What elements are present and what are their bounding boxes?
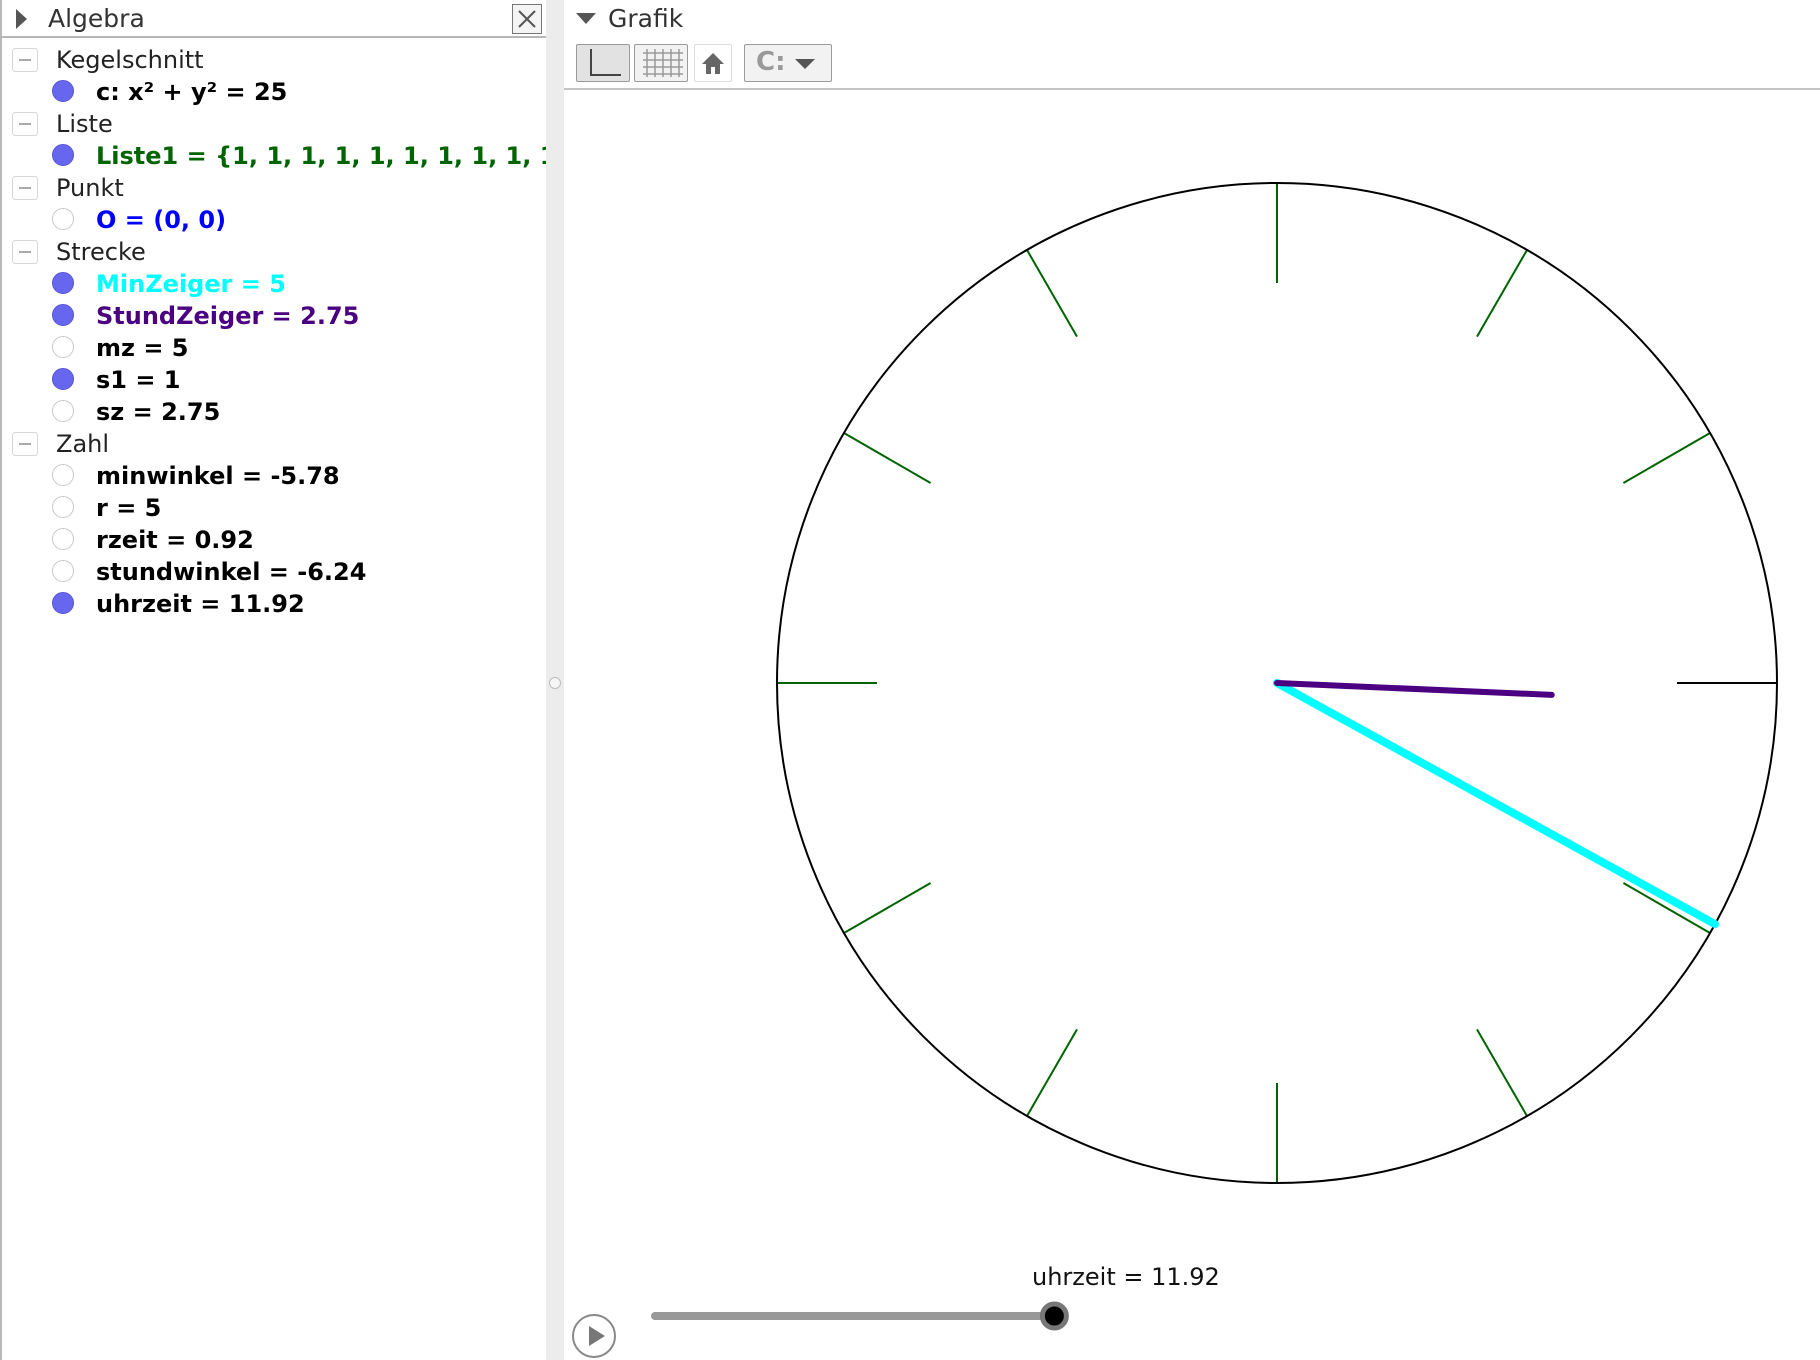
object-definition[interactable]: O = (0, 0) xyxy=(96,204,226,236)
standard-view-button[interactable] xyxy=(694,44,732,82)
point-capturing-dropdown[interactable]: C: xyxy=(744,44,832,82)
algebra-object-row[interactable]: rzeit = 0.92 xyxy=(2,524,548,556)
algebra-title: Algebra xyxy=(48,4,145,33)
close-icon[interactable] xyxy=(512,4,542,34)
algebra-object-row[interactable]: r = 5 xyxy=(2,492,548,524)
object-definition[interactable]: c: x² + y² = 25 xyxy=(96,76,287,108)
algebra-object-row[interactable]: sz = 2.75 xyxy=(2,396,548,428)
visibility-toggle-icon[interactable] xyxy=(52,208,74,230)
collapse-toggle-icon[interactable] xyxy=(12,48,38,72)
minute-hand[interactable] xyxy=(1273,679,1720,929)
object-definition[interactable]: sz = 2.75 xyxy=(96,396,220,428)
object-definition[interactable]: stundwinkel = -6.24 xyxy=(96,556,366,588)
chevron-down-icon xyxy=(795,59,815,69)
visibility-toggle-icon[interactable] xyxy=(52,496,74,518)
slider-label: uhrzeit = 11.92 xyxy=(1032,1263,1220,1291)
clock-tick-mark xyxy=(1026,1028,1078,1117)
collapse-toggle-icon[interactable] xyxy=(12,176,38,200)
visibility-toggle-icon[interactable] xyxy=(52,272,74,294)
algebra-category-row[interactable]: Liste xyxy=(2,108,548,140)
visibility-toggle-icon[interactable] xyxy=(52,304,74,326)
clock-tick-mark xyxy=(1622,882,1711,934)
object-definition[interactable]: MinZeiger = 5 xyxy=(96,268,286,300)
graphics-title: Grafik xyxy=(608,4,684,33)
grid-icon xyxy=(643,49,683,77)
algebra-object-row[interactable]: minwinkel = -5.78 xyxy=(2,460,548,492)
algebra-category-row[interactable]: Kegelschnitt xyxy=(2,44,548,76)
algebra-title-bar[interactable]: Algebra xyxy=(2,0,548,38)
algebra-object-row[interactable]: Liste1 = {1, 1, 1, 1, 1, 1, 1, 1, 1, 1, … xyxy=(2,140,608,172)
visibility-toggle-icon[interactable] xyxy=(52,592,74,614)
object-definition[interactable]: s1 = 1 xyxy=(96,364,181,396)
algebra-object-row[interactable]: O = (0, 0) xyxy=(2,204,548,236)
expand-arrow-icon[interactable] xyxy=(16,9,27,29)
toggle-grid-button[interactable] xyxy=(634,44,688,82)
clock-tick-mark xyxy=(1622,432,1711,484)
algebra-object-row[interactable]: uhrzeit = 11.92 xyxy=(2,588,548,620)
category-label: Zahl xyxy=(56,430,110,458)
visibility-toggle-icon[interactable] xyxy=(52,464,74,486)
category-label: Kegelschnitt xyxy=(56,46,204,74)
play-animation-button[interactable] xyxy=(572,1314,616,1358)
visibility-toggle-icon[interactable] xyxy=(52,400,74,422)
home-icon xyxy=(702,53,724,74)
algebra-object-row[interactable]: StundZeiger = 2.75 xyxy=(2,300,548,332)
algebra-object-row[interactable]: s1 = 1 xyxy=(2,364,548,396)
object-definition[interactable]: rzeit = 0.92 xyxy=(96,524,254,556)
panel-splitter[interactable] xyxy=(546,0,564,1360)
algebra-category-row[interactable]: Zahl xyxy=(2,428,548,460)
clock-tick-mark xyxy=(1476,249,1528,338)
toggle-axes-button[interactable] xyxy=(576,44,630,82)
graphics-style-bar: C: xyxy=(564,38,1820,90)
object-definition[interactable]: minwinkel = -5.78 xyxy=(96,460,340,492)
visibility-toggle-icon[interactable] xyxy=(52,144,74,166)
visibility-toggle-icon[interactable] xyxy=(52,528,74,550)
collapse-toggle-icon[interactable] xyxy=(12,432,38,456)
point-capturing-icon: C: xyxy=(756,47,786,77)
algebra-category-row[interactable]: Strecke xyxy=(2,236,548,268)
category-label: Punkt xyxy=(56,174,124,202)
algebra-object-row[interactable]: stundwinkel = -6.24 xyxy=(2,556,548,588)
collapse-toggle-icon[interactable] xyxy=(12,240,38,264)
graphics-title-bar[interactable]: Grafik xyxy=(564,0,1820,38)
axes-icon xyxy=(590,49,621,76)
algebra-object-row[interactable]: mz = 5 xyxy=(2,332,548,364)
graphics-view: Grafik C: uhrzeit = 11.92 xyxy=(564,0,1820,1360)
visibility-toggle-icon[interactable] xyxy=(52,336,74,358)
algebra-category-row[interactable]: Punkt xyxy=(2,172,548,204)
splitter-handle[interactable] xyxy=(549,677,561,689)
algebra-view: Algebra Kegelschnitt c: x² + y² = 25 Liste… xyxy=(0,0,608,1360)
graphics-canvas[interactable]: uhrzeit = 11.92 xyxy=(564,90,1820,1360)
clock-tick-mark xyxy=(843,432,932,484)
clock-tick-mark xyxy=(843,882,932,934)
object-definition[interactable]: Liste1 = {1, 1, 1, 1, 1, 1, 1, 1, 1, 1, … xyxy=(96,140,608,172)
algebra-object-row[interactable]: MinZeiger = 5 xyxy=(2,268,548,300)
category-label: Liste xyxy=(56,110,113,138)
visibility-toggle-icon[interactable] xyxy=(52,80,74,102)
object-definition[interactable]: StundZeiger = 2.75 xyxy=(96,300,359,332)
visibility-toggle-icon[interactable] xyxy=(52,560,74,582)
hour-hand[interactable] xyxy=(1274,680,1555,698)
object-definition[interactable]: mz = 5 xyxy=(96,332,189,364)
collapse-arrow-icon[interactable] xyxy=(576,13,596,24)
collapse-toggle-icon[interactable] xyxy=(12,112,38,136)
clock-tick-mark xyxy=(1026,249,1078,338)
clock-tick-mark xyxy=(1476,1028,1528,1117)
object-definition[interactable]: uhrzeit = 11.92 xyxy=(96,588,305,620)
category-label: Strecke xyxy=(56,238,146,266)
visibility-toggle-icon[interactable] xyxy=(52,368,74,390)
object-definition[interactable]: r = 5 xyxy=(96,492,161,524)
algebra-object-row[interactable]: c: x² + y² = 25 xyxy=(2,76,548,108)
slider-knob[interactable] xyxy=(1039,1301,1069,1331)
